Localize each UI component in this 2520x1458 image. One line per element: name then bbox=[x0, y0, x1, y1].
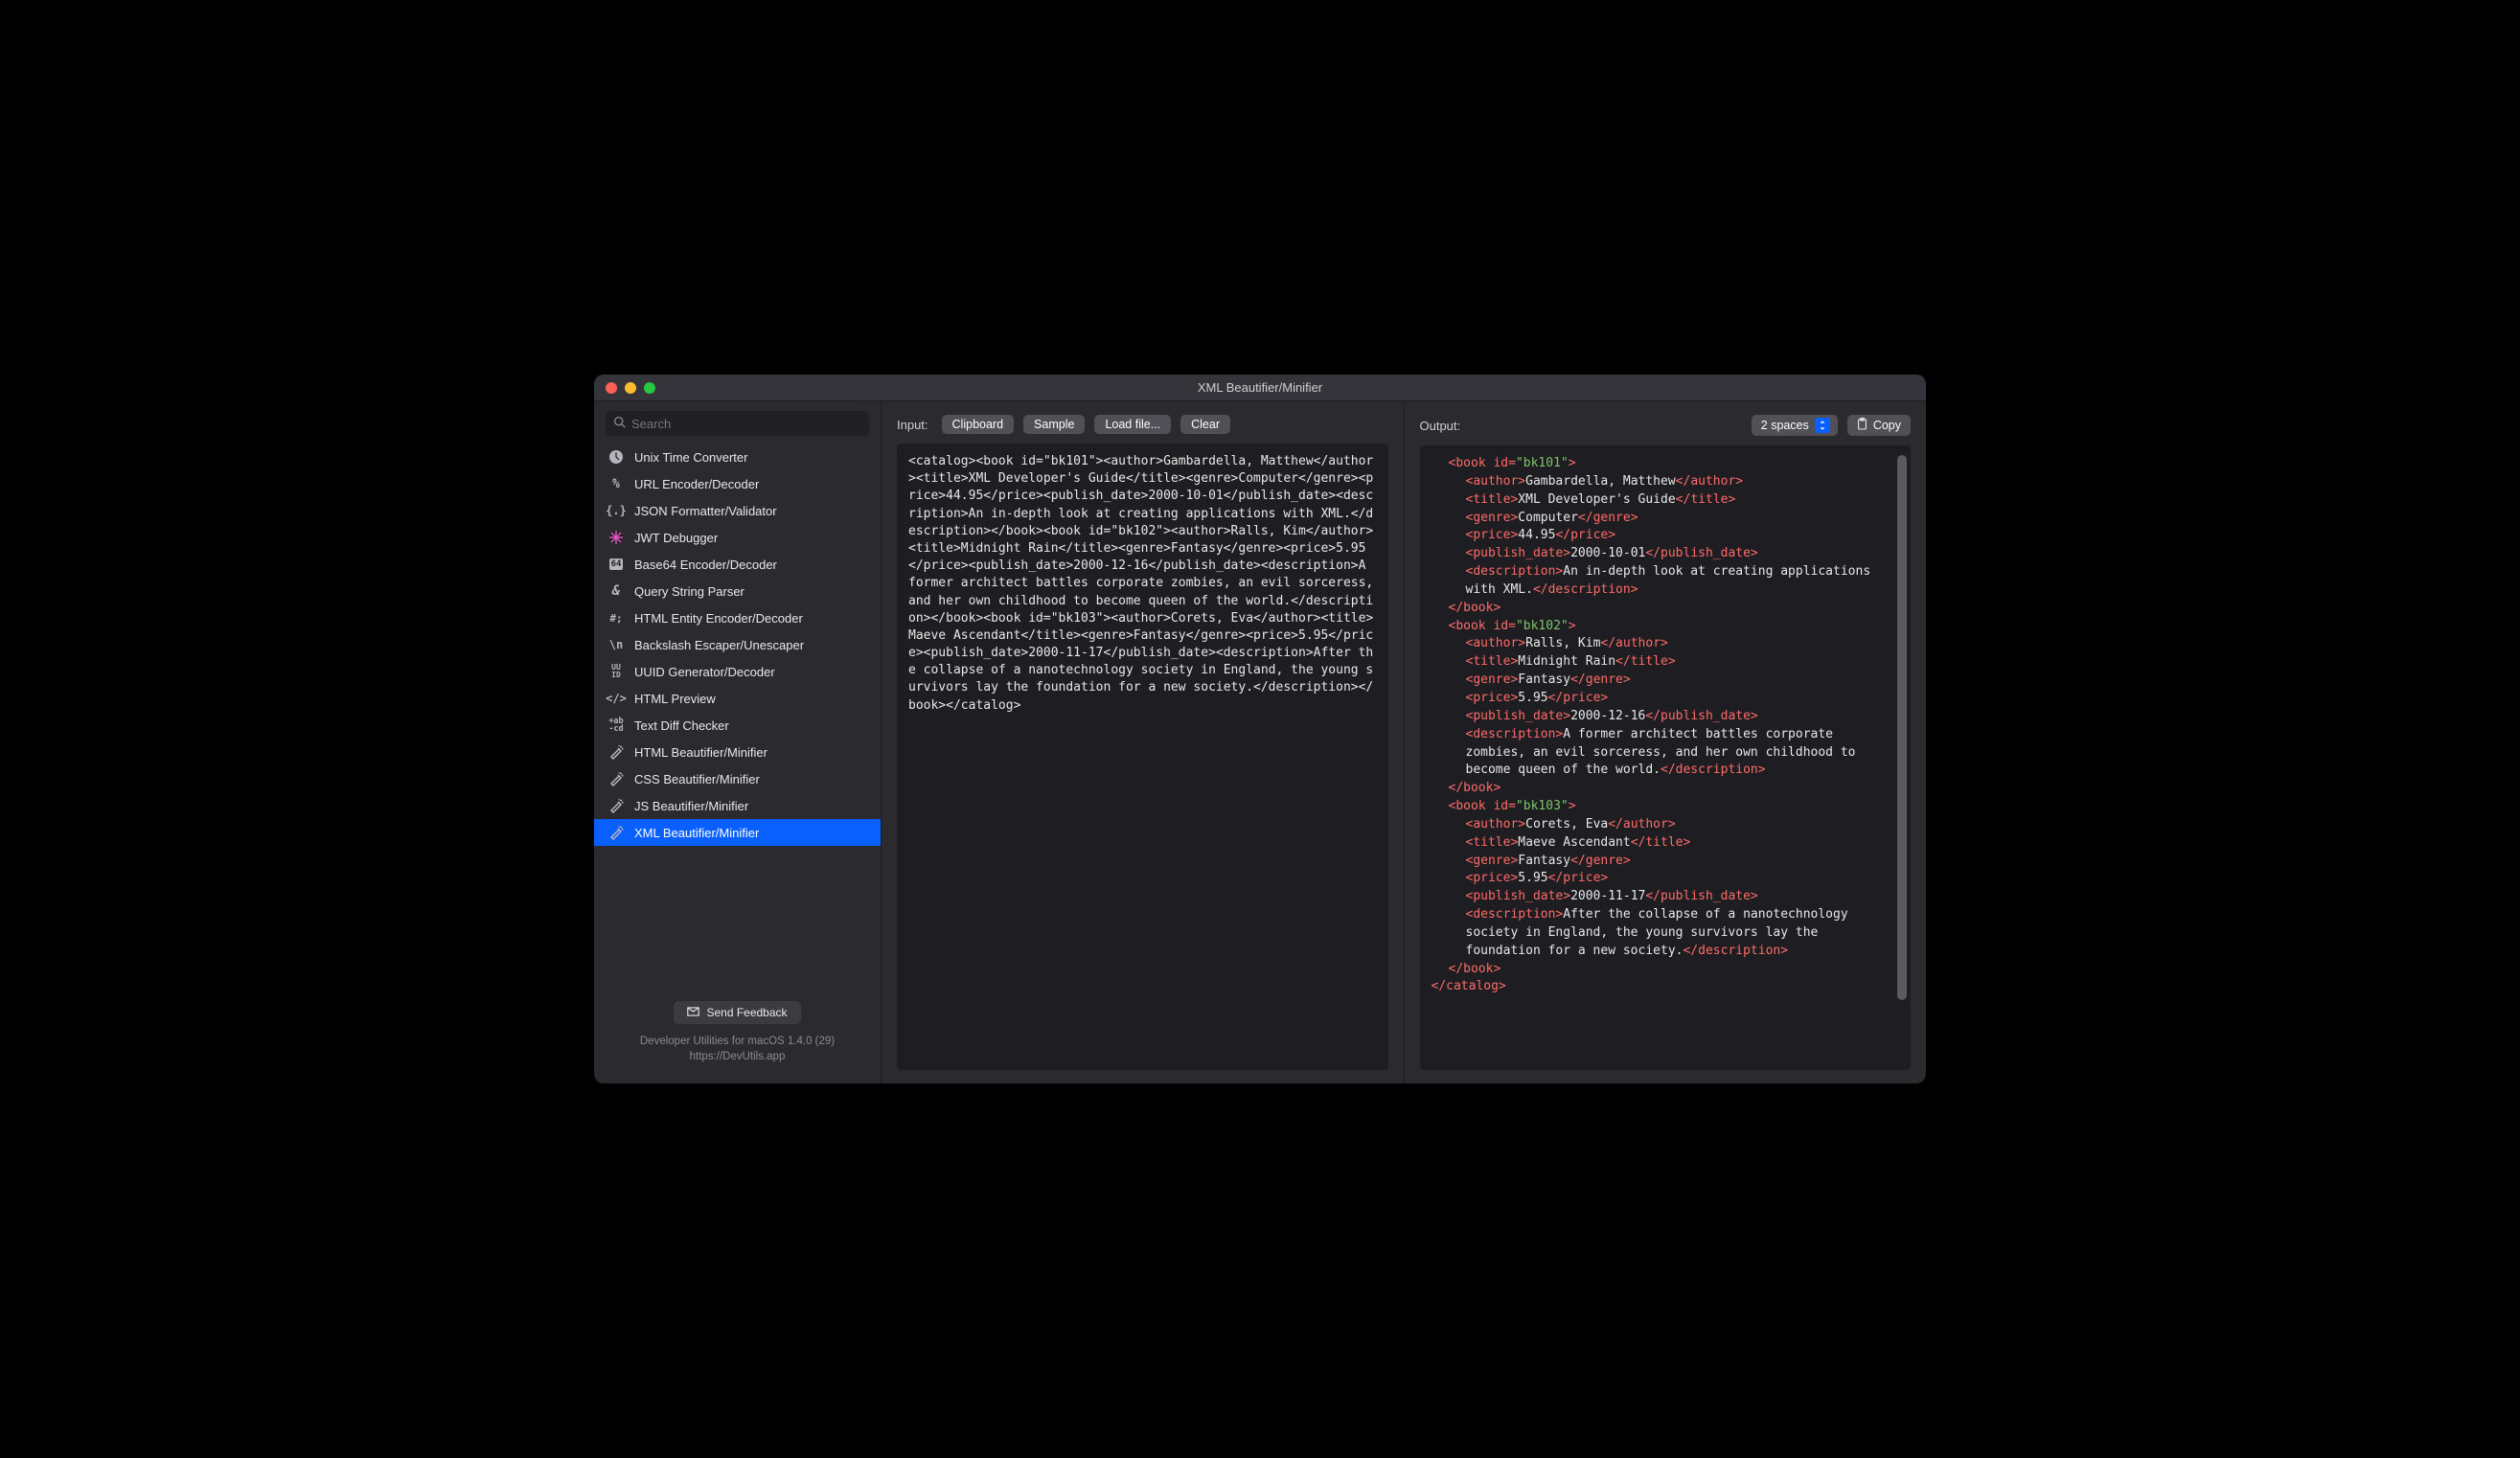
sample-button[interactable]: Sample bbox=[1023, 415, 1085, 434]
sidebar-item-label: Query String Parser bbox=[634, 584, 745, 599]
sidebar-item-label: Backslash Escaper/Unescaper bbox=[634, 638, 804, 652]
search-input[interactable] bbox=[631, 417, 861, 431]
scroll-thumb[interactable] bbox=[1897, 455, 1907, 1000]
window-controls bbox=[594, 382, 655, 394]
sidebar-item-html-beautifier-minifier[interactable]: HTML Beautifier/Minifier bbox=[594, 739, 881, 765]
sidebar-item-jwt-debugger[interactable]: JWT Debugger bbox=[594, 524, 881, 551]
sidebar-item-label: HTML Beautifier/Minifier bbox=[634, 745, 767, 760]
minimize-window-button[interactable] bbox=[625, 382, 636, 394]
mail-icon bbox=[687, 1006, 699, 1019]
sidebar-item-label: UUID Generator/Decoder bbox=[634, 665, 775, 679]
output-scrollbar[interactable] bbox=[1895, 455, 1909, 1060]
copy-label: Copy bbox=[1873, 419, 1901, 432]
sidebar-item-query-string-parser[interactable]: &Query String Parser bbox=[594, 578, 881, 604]
uuid-icon: UUID bbox=[607, 663, 625, 680]
sidebar-item-json-formatter-validator[interactable]: {.} JSON Formatter/Validator bbox=[594, 497, 881, 524]
anglebr-icon: </> bbox=[607, 690, 625, 707]
percent-icon: % bbox=[607, 475, 625, 492]
copy-button[interactable]: Copy bbox=[1847, 415, 1911, 436]
sidebar-item-css-beautifier-minifier[interactable]: CSS Beautifier/Minifier bbox=[594, 765, 881, 792]
sidebar-item-label: Unix Time Converter bbox=[634, 450, 747, 465]
input-header: Input: Clipboard Sample Load file... Cle… bbox=[897, 415, 1388, 434]
wand-icon bbox=[607, 797, 625, 814]
sidebar-item-unix-time-converter[interactable]: Unix Time Converter bbox=[594, 444, 881, 470]
sidebar-item-backslash-escaper-unescaper[interactable]: \n Backslash Escaper/Unescaper bbox=[594, 631, 881, 658]
sidebar-item-label: JS Beautifier/Minifier bbox=[634, 799, 748, 813]
diff-icon: +ab-cd bbox=[607, 717, 625, 734]
output-pane: Output: 2 spaces Copy bbox=[1404, 401, 1927, 1083]
sidebar-item-label: HTML Preview bbox=[634, 692, 716, 706]
sidebar-item-xml-beautifier-minifier[interactable]: XML Beautifier/Minifier bbox=[594, 819, 881, 846]
chevron-updown-icon bbox=[1815, 418, 1830, 433]
sidebar-item-label: XML Beautifier/Minifier bbox=[634, 826, 759, 840]
search-icon bbox=[613, 416, 626, 431]
clock-icon bbox=[607, 448, 625, 466]
sidebar-item-uuid-generator-decoder[interactable]: UUID UUID Generator/Decoder bbox=[594, 658, 881, 685]
input-label: Input: bbox=[897, 418, 928, 432]
braces-icon: {.} bbox=[607, 502, 625, 519]
indent-value: 2 spaces bbox=[1761, 419, 1809, 432]
output-text[interactable]: <book id="bk101"><author>Gambardella, Ma… bbox=[1432, 455, 1896, 1060]
search-field[interactable] bbox=[606, 411, 869, 436]
sidebar-item-html-entity-encoder-decoder[interactable]: #; HTML Entity Encoder/Decoder bbox=[594, 604, 881, 631]
load-file-button[interactable]: Load file... bbox=[1094, 415, 1171, 434]
sidebar-item-html-preview[interactable]: </> HTML Preview bbox=[594, 685, 881, 712]
backslash-icon: \n bbox=[607, 636, 625, 653]
sidebar-item-label: CSS Beautifier/Minifier bbox=[634, 772, 760, 786]
clipboard-icon bbox=[1857, 418, 1867, 433]
app-window: XML Beautifier/Minifier Unix Time Conver… bbox=[594, 375, 1926, 1083]
main-panes: Input: Clipboard Sample Load file... Cle… bbox=[882, 401, 1926, 1083]
output-area: <book id="bk101"><author>Gambardella, Ma… bbox=[1420, 445, 1912, 1070]
wand-icon bbox=[607, 743, 625, 761]
input-pane: Input: Clipboard Sample Load file... Cle… bbox=[882, 401, 1404, 1083]
clear-button[interactable]: Clear bbox=[1180, 415, 1230, 434]
titlebar: XML Beautifier/Minifier bbox=[594, 375, 1926, 401]
close-window-button[interactable] bbox=[606, 382, 617, 394]
wand-icon bbox=[607, 770, 625, 787]
sidebar-footer: Send Feedback Developer Utilities for ma… bbox=[594, 991, 881, 1076]
sidebar-item-js-beautifier-minifier[interactable]: JS Beautifier/Minifier bbox=[594, 792, 881, 819]
sidebar-item-base64-encoder-decoder[interactable]: 64 Base64 Encoder/Decoder bbox=[594, 551, 881, 578]
amp-icon: & bbox=[607, 582, 625, 600]
indent-select[interactable]: 2 spaces bbox=[1752, 415, 1838, 436]
footer-url: https://DevUtils.app bbox=[609, 1049, 865, 1064]
sidebar-item-url-encoder-decoder[interactable]: % URL Encoder/Decoder bbox=[594, 470, 881, 497]
nav-list: Unix Time Converter% URL Encoder/Decoder {… bbox=[594, 444, 881, 991]
sidebar-item-text-diff-checker[interactable]: +ab-cd Text Diff Checker bbox=[594, 712, 881, 739]
output-header: Output: 2 spaces Copy bbox=[1420, 415, 1912, 436]
clipboard-button[interactable]: Clipboard bbox=[942, 415, 1015, 434]
body: Unix Time Converter% URL Encoder/Decoder {… bbox=[594, 401, 1926, 1083]
footer-version: Developer Utilities for macOS 1.4.0 (29) bbox=[609, 1034, 865, 1049]
zoom-window-button[interactable] bbox=[644, 382, 655, 394]
sidebar: Unix Time Converter% URL Encoder/Decoder {… bbox=[594, 401, 882, 1083]
jwt-icon bbox=[607, 529, 625, 546]
sidebar-item-label: URL Encoder/Decoder bbox=[634, 477, 759, 491]
footer-text: Developer Utilities for macOS 1.4.0 (29)… bbox=[609, 1034, 865, 1064]
wand-icon bbox=[607, 824, 625, 841]
sidebar-item-label: Base64 Encoder/Decoder bbox=[634, 558, 777, 572]
b64-icon: 64 bbox=[607, 556, 625, 573]
output-label: Output: bbox=[1420, 419, 1461, 433]
entity-icon: #; bbox=[607, 609, 625, 626]
window-title: XML Beautifier/Minifier bbox=[594, 380, 1926, 395]
sidebar-item-label: JWT Debugger bbox=[634, 531, 718, 545]
sidebar-item-label: Text Diff Checker bbox=[634, 718, 729, 733]
feedback-label: Send Feedback bbox=[706, 1006, 787, 1019]
sidebar-item-label: JSON Formatter/Validator bbox=[634, 504, 777, 518]
input-textarea[interactable]: <catalog><book id="bk101"><author>Gambar… bbox=[897, 444, 1388, 1070]
send-feedback-button[interactable]: Send Feedback bbox=[674, 1001, 800, 1024]
sidebar-item-label: HTML Entity Encoder/Decoder bbox=[634, 611, 803, 626]
